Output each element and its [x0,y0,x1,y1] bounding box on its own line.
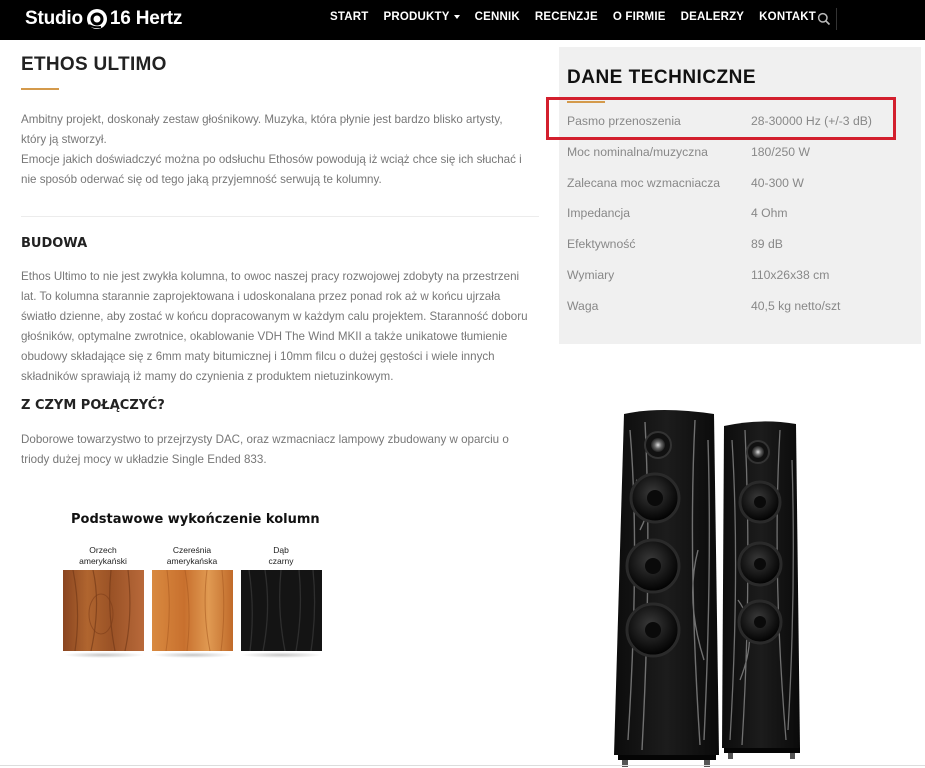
spec-value: 89 dB [751,237,783,251]
page-title: ETHOS ULTIMO [21,54,167,75]
tech-title: DANE TECHNICZNE [567,67,757,88]
swatch-dab-czarny [241,570,322,651]
spec-label: Efektywność [567,237,636,251]
pair-text: Doborowe towarzystwo to przejrzysty DAC,… [21,430,541,470]
finish-label-line: amerykańska [166,556,218,566]
nav-recenzje[interactable]: RECENZJE [535,11,598,23]
spec-value: 180/250 W [751,145,810,159]
spec-label: Waga [567,299,599,313]
spec-value: 40-300 W [751,176,804,190]
logo-badge-icon [86,9,107,29]
spec-value: 4 Ohm [751,206,788,220]
site-logo[interactable]: Studio 16 Hertz [25,6,182,32]
nav-o-firmie-label: O FIRMIE [612,11,666,23]
nav-dealerzy-label: DEALERZY [680,11,745,23]
finish-label-line: Czereśnia [172,545,212,555]
nav-recenzje-label: RECENZJE [534,11,598,23]
search-icon[interactable] [817,12,831,26]
nav-separator [836,8,837,30]
budowa-line: składników sprawiają iż mamy do czynieni… [21,370,394,383]
nav-dealerzy[interactable]: DEALERZY [681,11,745,23]
spec-label: Moc nominalna/muzyczna [567,145,708,159]
highlight-box [546,97,896,140]
spec-value: 40,5 kg netto/szt [751,299,841,313]
finish-label-line: Orzech [89,545,117,555]
swatch-shadow [152,652,233,658]
pair-heading: Z CZYM POŁĄCZYĆ? [21,398,165,413]
finish-label-dab: Dąb czarny [240,545,322,567]
budowa-line: Ethos Ultimo to nie jest zwykła kolumna,… [21,270,520,283]
nav-cennik-label: CENNIK [474,11,520,23]
title-accent-line [21,88,59,90]
budowa-line: lat. To kolumna starannie zaprojektowana… [21,290,501,303]
finish-label-czeresnia: Czereśnia amerykańska [151,545,233,567]
spec-label: Zalecana moc wzmacniacza [567,176,721,190]
intro-text: Ambitny projekt, doskonały zestaw głośni… [21,110,541,190]
nav-kontakt[interactable]: KONTAKT [759,11,816,23]
budowa-text: Ethos Ultimo to nie jest zwykła kolumna,… [21,267,541,387]
swatch-orzech [63,570,144,651]
budowa-heading: BUDOWA [21,236,88,251]
page-bottom-border [0,765,925,766]
pair-line: Doborowe towarzystwo to przejrzysty DAC,… [21,433,509,446]
finish-label-line: czarny [268,556,294,566]
swatch-shadow [241,652,322,658]
logo-text-hertz: 16 Hertz [109,8,183,29]
nav-produkty[interactable]: PRODUKTY [383,11,460,23]
nav-produkty-label: PRODUKTY [383,11,450,23]
tech-specs-panel [559,47,921,344]
speakers-image [614,410,800,767]
nav-start-label: START [330,11,369,23]
finish-label-line: amerykański [79,556,127,566]
nav-kontakt-label: KONTAKT [759,11,816,23]
intro-line: Emocje jakich doświadczyć można po odsłu… [21,153,522,166]
nav-start[interactable]: START [330,11,368,23]
swatch-shadow [63,652,144,658]
pair-line: triody dużej mocy w układzie Single Ende… [21,453,267,466]
intro-line: nie sposób oderwać się od tego jaką przy… [21,173,382,186]
spec-label: Impedancja [567,206,631,220]
chevron-down-icon [453,15,460,19]
logo-text-studio: Studio [25,8,83,29]
main-nav: START PRODUKTY CENNIK RECENZJE O FIRMIE … [330,11,831,23]
nav-cennik[interactable]: CENNIK [475,11,520,23]
top-navbar: Studio 16 Hertz START PRODUKTY CENNIK RE… [0,0,925,40]
swatch-czeresnia [152,570,233,651]
spec-value: 110x26x38 cm [751,268,830,282]
nav-o-firmie[interactable]: O FIRMIE [613,11,666,23]
intro-line: Ambitny projekt, doskonały zestaw głośni… [21,113,503,126]
spec-label: Wymiary [567,268,615,282]
section-divider [21,216,539,217]
budowa-line: głośników, optymalne zwrotnice, okablowa… [21,330,508,343]
finish-title: Podstawowe wykończenie kolumn [71,512,320,527]
finish-label-orzech: Orzech amerykański [62,545,144,567]
finish-label-line: Dąb [273,545,289,555]
budowa-line: obudowy składające się z 6mm maty bitumi… [21,350,495,363]
budowa-line: światło dzienne, aby zostać w końcu dopr… [21,310,528,323]
intro-line: który ją stworzył. [21,133,107,146]
